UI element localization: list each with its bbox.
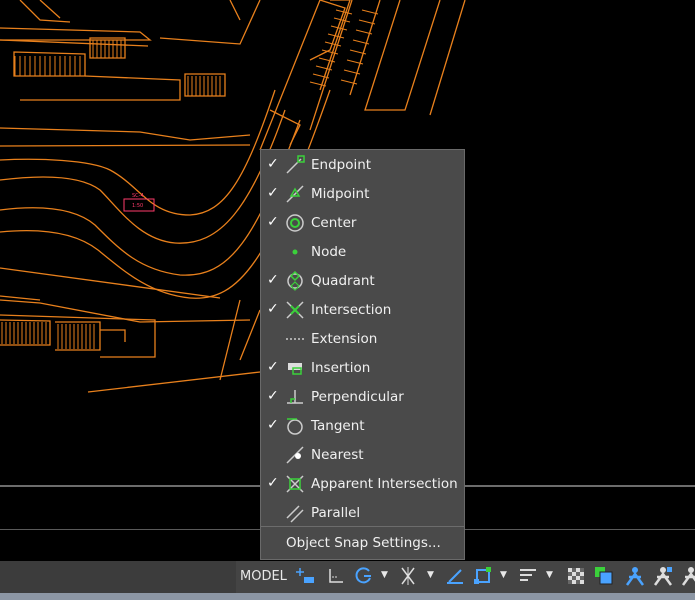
snap-item-quadrant[interactable]: ✓ Quadrant [261,267,464,295]
extension-snap-icon [286,338,304,340]
apparent-intersection-snap-icon [286,475,304,493]
check-icon: ✓ [267,272,279,288]
tangent-snap-icon [287,418,303,435]
ortho-icon[interactable] [326,566,346,586]
window-bottom-edge [0,593,695,600]
lineweight-dropdown-icon[interactable]: ▼ [546,568,556,582]
snap-item-label: Apparent Intersection [311,476,458,492]
parallel-snap-icon [286,505,304,523]
osnap-tracking-dropdown-icon[interactable]: ▼ [427,568,437,582]
snap-item-apparent-intersection[interactable]: ✓ Apparent Intersection [261,470,464,498]
snap-item-parallel[interactable]: Parallel [261,499,464,527]
endpoint-snap-icon [286,155,305,174]
snap-item-node[interactable]: Node [261,238,464,266]
snap-item-label: Nearest [311,447,364,463]
annotation-visibility-icon[interactable] [653,566,673,586]
snap-item-insertion[interactable]: ✓ Insertion [261,354,464,382]
quadrant-snap-icon [287,271,303,291]
check-icon: ✓ [267,359,279,375]
check-icon: ✓ [267,475,279,491]
nearest-snap-icon [286,446,304,464]
perpendicular-snap-icon [287,390,303,404]
model-space-button[interactable]: MODEL [240,569,287,584]
polar-tracking-icon[interactable] [354,566,374,586]
snap-item-extension[interactable]: Extension [261,325,464,353]
lineweight-icon[interactable] [518,566,538,586]
object-snap-menu: ✓ Endpoint ✓ Midpoint ✓ Center Node ✓ Qu… [260,149,465,560]
object-snap-settings-label: Object Snap Settings... [286,535,441,551]
dynamic-ucs-icon[interactable] [445,566,465,586]
annotation-scale-icon[interactable] [625,566,645,586]
snap-item-label: Tangent [311,418,365,434]
snap-item-tangent[interactable]: ✓ Tangent [261,412,464,440]
check-icon: ✓ [267,388,279,404]
snap-item-label: Intersection [311,302,392,318]
check-icon: ✓ [267,301,279,317]
object-snap-icon[interactable] [473,566,493,586]
snap-item-label: Perpendicular [311,389,404,405]
drawing-label-top: SC-4 [132,193,144,199]
snap-item-perpendicular[interactable]: ✓ Perpendicular [261,383,464,411]
center-snap-icon [286,214,304,232]
snap-item-label: Extension [311,331,378,347]
intersection-snap-icon [286,301,304,319]
menu-separator [261,526,464,527]
snap-item-intersection[interactable]: ✓ Intersection [261,296,464,324]
snap-item-center[interactable]: ✓ Center [261,209,464,237]
insertion-snap-icon [288,363,302,375]
check-icon: ✓ [267,214,279,230]
polar-dropdown-icon[interactable]: ▼ [381,568,391,582]
auto-scale-icon[interactable] [681,566,695,586]
osnap-tracking-icon[interactable] [398,566,418,586]
check-icon: ✓ [267,156,279,172]
grid-snap-icon[interactable] [296,566,316,586]
drawing-label-bottom: 1:50 [132,203,143,209]
check-icon: ✓ [267,417,279,433]
snap-item-label: Endpoint [311,157,372,173]
node-snap-icon [292,249,298,255]
check-icon: ✓ [267,185,279,201]
snap-item-endpoint[interactable]: ✓ Endpoint [261,151,464,179]
snap-item-midpoint[interactable]: ✓ Midpoint [261,180,464,208]
snap-item-label: Quadrant [311,273,375,289]
object-snap-settings-item[interactable]: Object Snap Settings... [261,532,464,556]
snap-item-label: Parallel [311,505,361,521]
snap-item-label: Midpoint [311,186,370,202]
transparency-icon[interactable] [566,566,586,586]
selection-cycling-icon[interactable] [594,566,614,586]
snap-item-label: Node [311,244,347,260]
snap-item-nearest[interactable]: Nearest [261,441,464,469]
midpoint-snap-icon [286,185,304,203]
snap-item-label: Insertion [311,360,371,376]
snap-item-label: Center [311,215,357,231]
object-snap-dropdown-icon[interactable]: ▼ [500,568,510,582]
